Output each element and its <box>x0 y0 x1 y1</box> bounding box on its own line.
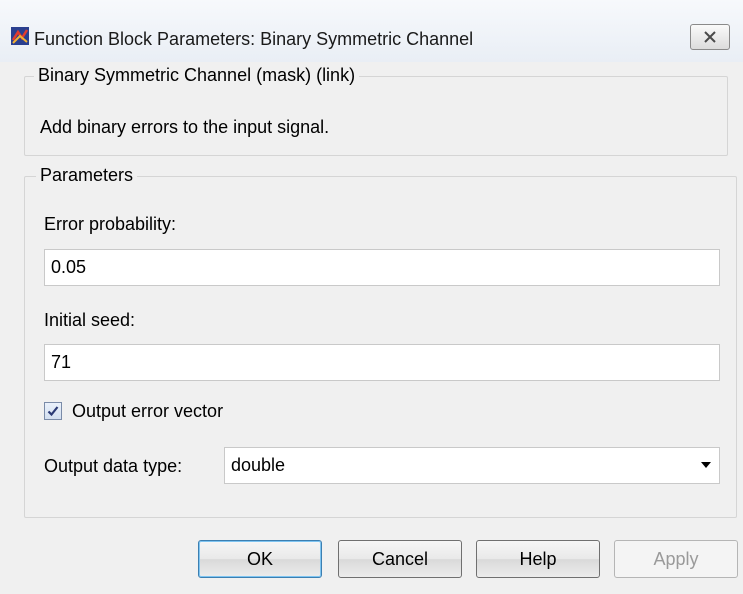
window-title: Function Block Parameters: Binary Symmet… <box>34 29 474 49</box>
output-data-type-select[interactable]: double <box>224 447 720 484</box>
chevron-down-icon <box>701 462 711 468</box>
apply-button: Apply <box>614 540 738 578</box>
error-probability-input[interactable]: 0.05 <box>44 249 720 286</box>
output-error-vector-label[interactable]: Output error vector <box>72 401 223 422</box>
description-group <box>24 76 728 156</box>
output-data-type-value: double <box>231 455 286 475</box>
close-button[interactable] <box>690 24 730 50</box>
initial-seed-label: Initial seed: <box>44 310 136 330</box>
cancel-button[interactable]: Cancel <box>338 540 462 578</box>
parameters-group-legend: Parameters <box>36 165 138 186</box>
simulink-icon <box>10 26 30 46</box>
description-group-legend: Binary Symmetric Channel (mask) (link) <box>34 65 360 86</box>
ok-button[interactable]: OK <box>198 540 322 578</box>
block-description: Add binary errors to the input signal. <box>40 117 330 137</box>
initial-seed-input[interactable]: 71 <box>44 344 720 381</box>
output-data-type-label: Output data type: <box>44 456 183 476</box>
checkmark-icon <box>47 401 59 422</box>
error-probability-label: Error probability: <box>44 214 177 234</box>
close-icon <box>703 27 717 48</box>
help-button[interactable]: Help <box>476 540 600 578</box>
title-bar: Function Block Parameters: Binary Symmet… <box>0 0 743 62</box>
output-error-vector-checkbox[interactable] <box>44 402 62 420</box>
